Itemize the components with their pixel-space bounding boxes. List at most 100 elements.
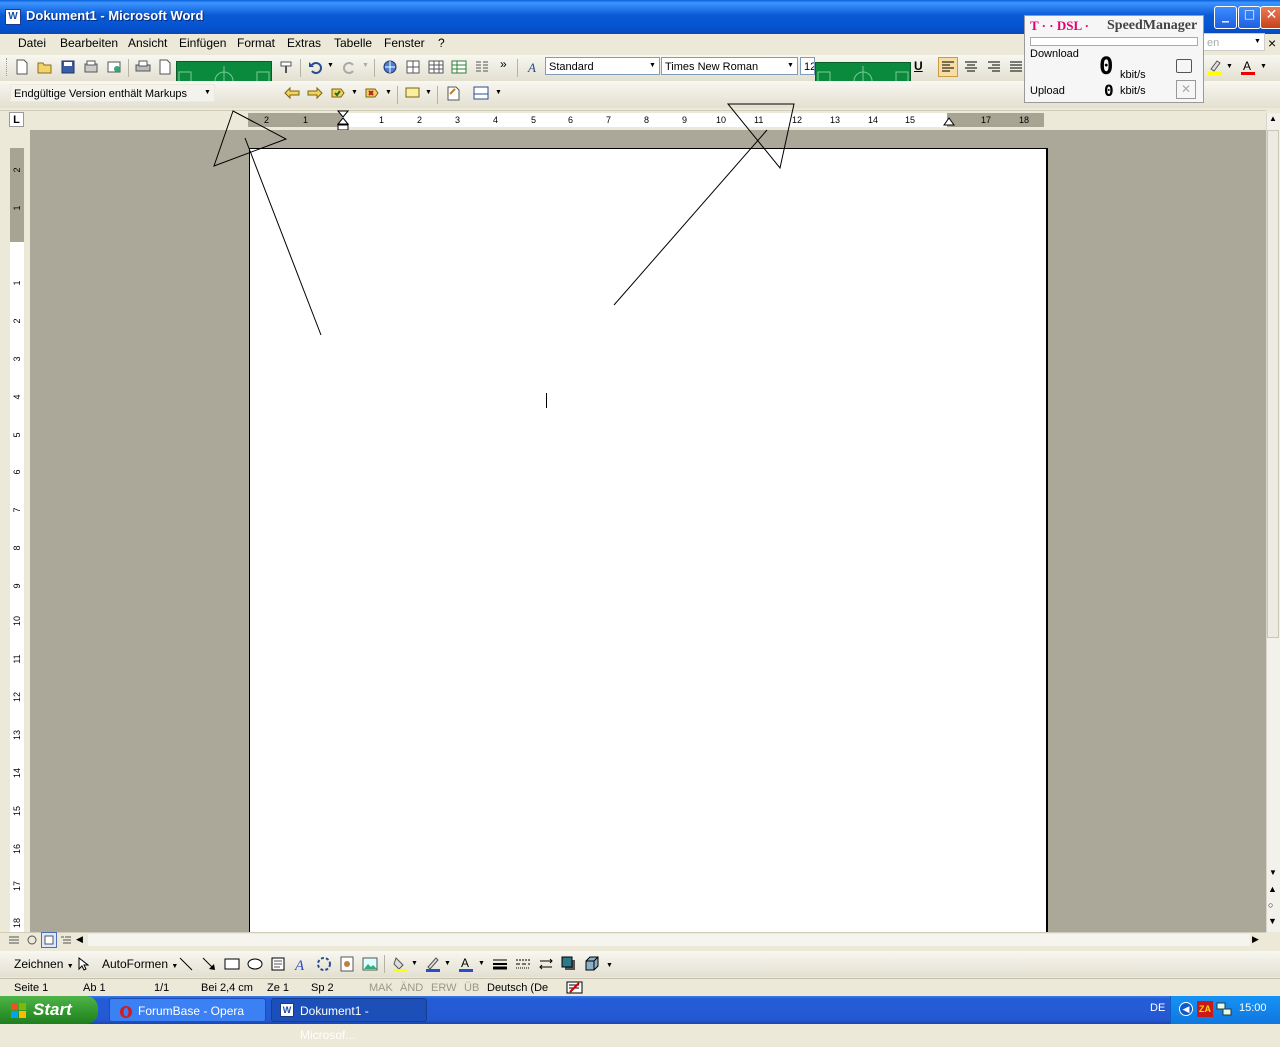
rectangle-icon[interactable]	[222, 954, 242, 974]
menu-format[interactable]: Format	[235, 35, 277, 52]
help-question-box[interactable]: en ▼	[1203, 33, 1265, 51]
track-changes-icon[interactable]	[443, 83, 463, 103]
comment-dropdown-arrow[interactable]: ▼	[425, 89, 432, 96]
new-document-icon[interactable]	[12, 57, 32, 77]
browse-object-icon[interactable]: ○	[1268, 900, 1273, 910]
draw-menu-button[interactable]: Zeichnen ▼	[14, 957, 74, 971]
menu-extras[interactable]: Extras	[285, 35, 323, 52]
status-extend[interactable]: ERW	[431, 981, 456, 995]
select-objects-icon[interactable]	[73, 954, 93, 974]
toolbar-overflow-chevron[interactable]: »	[500, 57, 507, 71]
undo-icon[interactable]	[305, 57, 325, 77]
tab-selector[interactable]: L	[9, 112, 24, 127]
close-button[interactable]: ✕	[1260, 6, 1280, 29]
format-painter-icon[interactable]	[277, 57, 297, 77]
next-page-icon[interactable]: ▼	[1268, 916, 1277, 926]
chevron-down-icon[interactable]: ▼	[202, 85, 213, 101]
fill-color-icon[interactable]	[390, 954, 410, 974]
insert-excel-icon[interactable]	[449, 57, 469, 77]
style-select[interactable]: Standard ▼	[545, 57, 660, 75]
diagram-icon[interactable]	[314, 954, 334, 974]
align-left-icon[interactable]	[938, 57, 958, 77]
text-box-icon[interactable]	[268, 954, 288, 974]
next-change-icon[interactable]	[305, 83, 325, 103]
align-center-icon[interactable]	[961, 57, 981, 77]
speedmanager-widget[interactable]: T · · DSL · SpeedManager Download 0 kbit…	[1024, 15, 1204, 103]
document-page[interactable]	[249, 148, 1048, 933]
insert-table-icon[interactable]	[426, 57, 446, 77]
web-layout-icon[interactable]	[24, 932, 40, 948]
arrow-icon[interactable]	[199, 954, 219, 974]
toolbar-grip[interactable]	[6, 58, 10, 76]
shadow-style-icon[interactable]	[559, 954, 579, 974]
autoshapes-menu-button[interactable]: AutoFormen ▼	[102, 957, 178, 971]
undo-dropdown-arrow[interactable]: ▼	[327, 62, 334, 69]
styles-formatting-icon[interactable]: A	[524, 57, 544, 77]
oval-icon[interactable]	[245, 954, 265, 974]
taskbar-item-word[interactable]: W Dokument1 - Microsof...	[271, 998, 427, 1042]
draw-font-color-dropdown-arrow[interactable]: ▼	[478, 960, 485, 967]
normal-view-icon[interactable]	[6, 932, 22, 948]
dash-style-icon[interactable]	[513, 954, 533, 974]
menu-datei[interactable]: Datei	[16, 35, 48, 52]
speedmanager-window-icon[interactable]	[1176, 59, 1192, 73]
network-icon[interactable]	[1216, 1001, 1232, 1020]
print-layout-icon[interactable]	[41, 932, 57, 948]
redo-dropdown-arrow[interactable]: ▼	[362, 62, 369, 69]
minimize-button[interactable]: _	[1214, 6, 1237, 29]
word-app-icon[interactable]: W	[5, 9, 21, 25]
line-icon[interactable]	[176, 954, 196, 974]
horizontal-scroll-track[interactable]	[88, 934, 1250, 946]
spelling-status-icon[interactable]	[566, 981, 584, 997]
email-icon[interactable]	[104, 57, 124, 77]
reject-dropdown-arrow[interactable]: ▼	[385, 89, 392, 96]
taskbar-item-opera[interactable]: ForumBase - Opera	[109, 998, 266, 1022]
scroll-down-icon[interactable]: ▼	[1267, 868, 1279, 880]
print-preview-icon[interactable]	[155, 57, 175, 77]
columns-icon[interactable]	[472, 57, 492, 77]
fill-color-dropdown-arrow[interactable]: ▼	[411, 960, 418, 967]
save-icon[interactable]	[58, 57, 78, 77]
draw-font-color-icon[interactable]: A	[456, 954, 476, 974]
line-color-icon[interactable]	[423, 954, 443, 974]
status-macro-recording[interactable]: MAK	[369, 981, 393, 995]
open-folder-icon[interactable]	[35, 57, 55, 77]
reviewing-options-arrow[interactable]: ▼	[495, 89, 502, 96]
close-document-button[interactable]: ×	[1268, 35, 1276, 51]
display-for-review-select[interactable]: Endgültige Version enthält Markups ▼	[10, 84, 215, 102]
accept-change-icon[interactable]	[328, 83, 348, 103]
scroll-left-icon[interactable]: ◀	[76, 934, 83, 945]
menu-bearbeiten[interactable]: Bearbeiten	[58, 35, 120, 52]
status-overtype[interactable]: ÜB	[464, 981, 479, 995]
status-track-changes[interactable]: ÄND	[400, 981, 423, 995]
menu-help[interactable]: ?	[436, 35, 447, 52]
scroll-up-icon[interactable]: ▲	[1267, 114, 1279, 126]
line-color-dropdown-arrow[interactable]: ▼	[444, 960, 451, 967]
justify-icon[interactable]	[1006, 57, 1026, 77]
font-size-select[interactable]: 12	[800, 57, 815, 75]
print-icon[interactable]	[133, 57, 153, 77]
arrow-style-icon[interactable]	[536, 954, 556, 974]
redo-icon[interactable]	[340, 57, 360, 77]
menu-ansicht[interactable]: Ansicht	[126, 35, 169, 52]
menu-fenster[interactable]: Fenster	[382, 35, 427, 52]
3d-style-icon[interactable]	[582, 954, 602, 974]
align-right-icon[interactable]	[984, 57, 1004, 77]
speedmanager-close-icon[interactable]: ✕	[1176, 80, 1196, 99]
menu-einfuegen[interactable]: Einfügen	[177, 35, 228, 52]
accept-dropdown-arrow[interactable]: ▼	[351, 89, 358, 96]
show-hidden-icons-icon[interactable]: ◀	[1179, 1002, 1193, 1016]
underline-icon[interactable]: U	[914, 59, 923, 73]
font-color-dropdown-arrow[interactable]: ▼	[1260, 63, 1267, 70]
tables-borders-icon[interactable]	[403, 57, 423, 77]
reviewing-pane-icon[interactable]	[471, 83, 491, 103]
font-color-icon[interactable]: A	[1238, 57, 1258, 77]
reject-change-icon[interactable]	[362, 83, 382, 103]
chevron-down-icon[interactable]: ▼	[647, 58, 658, 74]
permission-icon[interactable]	[81, 57, 101, 77]
maximize-button[interactable]: □	[1238, 6, 1261, 29]
chevron-down-icon[interactable]: ▼	[1252, 34, 1263, 50]
language-indicator[interactable]: DE	[1150, 1002, 1165, 1014]
chevron-down-icon[interactable]: ▼	[785, 58, 796, 74]
scroll-right-icon[interactable]: ▶	[1252, 934, 1259, 945]
